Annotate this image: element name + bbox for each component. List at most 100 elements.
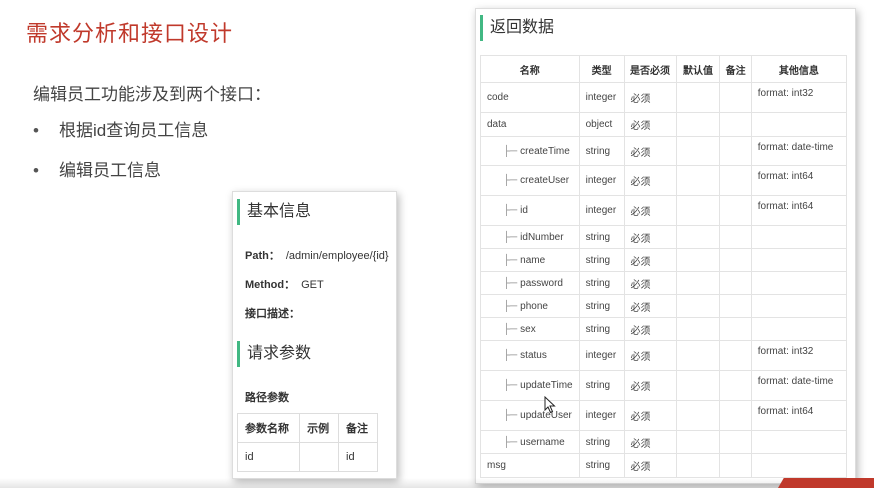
field-type-cell-text: string <box>585 460 611 471</box>
api-info-card: 基本信息 Path： /admin/employee/{id} Method： GE… <box>232 191 397 479</box>
field-name-cell-text: id <box>520 205 528 216</box>
field-name-cell: code <box>480 82 580 113</box>
field-info-cell <box>750 317 848 341</box>
field-required-cell-text: 必须 <box>630 256 651 268</box>
field-type-cell: integer <box>578 82 625 113</box>
table-row: ├─ name string 必须 <box>480 248 848 272</box>
path-params-table: 参数名称 示例 备注 id id <box>236 413 378 472</box>
tree-indent-icon: ├─ <box>503 380 518 391</box>
response-data-card: 返回数据 名称 类型 是否必须 默认值 备注 其他信息 code integer 必… <box>475 8 856 484</box>
field-type-cell: string <box>578 430 625 454</box>
slide-title: 需求分析和接口设计 <box>26 21 234 46</box>
desc-row: 接口描述： <box>245 305 306 321</box>
field-type-cell-text: string <box>585 436 611 448</box>
field-default-cell <box>675 317 721 341</box>
table-row: ├─ id integer 必须 format: int64 <box>480 195 848 226</box>
field-name-cell: ├─ updateTime <box>480 370 580 401</box>
field-name-cell: ├─ createUser <box>480 165 580 196</box>
field-name-cell: data <box>480 112 580 137</box>
field-note-cell <box>719 430 752 454</box>
field-default-cell <box>675 136 721 166</box>
field-info-cell: format: date-time <box>750 370 848 401</box>
field-required-cell: 必须 <box>623 225 677 249</box>
field-name-cell-text: idNumber <box>520 231 564 243</box>
field-note-cell <box>719 317 752 341</box>
field-required-cell: 必须 <box>623 136 677 166</box>
field-info-cell: format: int32 <box>750 340 848 371</box>
field-info-cell-text: format: int64 <box>757 171 814 182</box>
field-type-cell: string <box>578 294 625 318</box>
field-name-cell-text: msg <box>487 460 506 471</box>
field-type-cell: integer <box>578 400 625 431</box>
field-name-cell: ├─ idNumber <box>480 225 580 249</box>
tree-indent-icon: ├─ <box>503 277 518 289</box>
response-header: 备注 <box>719 55 752 83</box>
path-row: Path： /admin/employee/{id} <box>245 247 389 263</box>
field-required-cell-text: 必须 <box>630 121 651 132</box>
field-type-cell: string <box>578 271 625 295</box>
path-label: Path： <box>245 250 280 262</box>
field-required-cell-text: 必须 <box>630 438 651 450</box>
request-params-heading: 请求参数 <box>237 341 311 367</box>
field-type-cell: integer <box>578 195 625 226</box>
field-note-cell <box>719 340 752 371</box>
field-info-cell-text: format: date-time <box>757 142 834 153</box>
param-header: 备注 <box>338 413 378 443</box>
table-row: msg string 必须 <box>480 453 848 478</box>
field-type-cell-text: integer <box>585 410 617 421</box>
field-note-cell <box>719 165 752 196</box>
field-required-cell: 必须 <box>623 370 677 401</box>
field-type-cell-text: string <box>585 323 611 335</box>
path-params-label: 路径参数 <box>245 392 289 404</box>
param-cell <box>299 442 340 472</box>
field-required-cell: 必须 <box>623 195 677 226</box>
field-required-cell: 必须 <box>623 294 677 318</box>
field-default-cell <box>675 430 721 454</box>
table-row: ├─ status integer 必须 format: int32 <box>480 340 848 371</box>
field-name-cell: ├─ username <box>480 430 580 454</box>
tree-indent-icon: ├─ <box>503 323 518 335</box>
param-header: 示例 <box>299 413 340 443</box>
field-required-cell: 必须 <box>623 317 677 341</box>
field-name-cell-text: data <box>487 119 507 130</box>
field-required-cell-text: 必须 <box>630 325 651 337</box>
field-info-cell: format: int64 <box>750 165 848 196</box>
field-info-cell-text: format: int64 <box>757 406 814 417</box>
field-required-cell-text: 必须 <box>630 94 651 105</box>
field-default-cell <box>675 225 721 249</box>
table-row: id id <box>236 442 378 472</box>
table-row: ├─ createUser integer 必须 format: int64 <box>480 165 848 196</box>
tree-indent-icon: ├─ <box>503 300 518 312</box>
field-info-cell <box>750 453 848 478</box>
field-required-cell-text: 必须 <box>630 207 651 218</box>
field-note-cell <box>719 294 752 318</box>
field-note-cell <box>719 225 752 249</box>
field-required-cell-text: 必须 <box>630 177 651 188</box>
field-name-cell-text: password <box>520 277 563 289</box>
field-info-cell: format: int64 <box>750 400 848 431</box>
field-note-cell <box>719 248 752 272</box>
corner-accent <box>778 478 874 488</box>
table-row: ├─ createTime string 必须 format: date-time <box>480 136 848 166</box>
table-row: code integer 必须 format: int32 <box>480 82 848 113</box>
field-info-cell <box>750 294 848 318</box>
field-type-cell-text: integer <box>585 205 617 216</box>
tree-indent-icon: ├─ <box>503 205 518 216</box>
field-name-cell: ├─ id <box>480 195 580 226</box>
field-name-cell: ├─ updateUser <box>480 400 580 431</box>
table-row: ├─ password string 必须 <box>480 271 848 295</box>
field-default-cell <box>675 453 721 478</box>
field-required-cell-text: 必须 <box>630 382 651 393</box>
response-header: 名称 <box>480 55 580 83</box>
tree-indent-icon: ├─ <box>503 145 518 157</box>
field-info-cell: format: date-time <box>750 136 848 166</box>
bullet-item: 根据id查询员工信息 <box>33 120 208 160</box>
field-type-cell-text: string <box>585 231 611 243</box>
field-note-cell <box>719 195 752 226</box>
field-default-cell <box>675 165 721 196</box>
table-row: ├─ updateTime string 必须 format: date-time <box>480 370 848 401</box>
response-header: 是否必须 <box>623 55 677 83</box>
tree-indent-icon: ├─ <box>503 254 518 266</box>
field-type-cell-text: string <box>585 254 611 266</box>
field-name-cell-text: name <box>520 254 546 266</box>
